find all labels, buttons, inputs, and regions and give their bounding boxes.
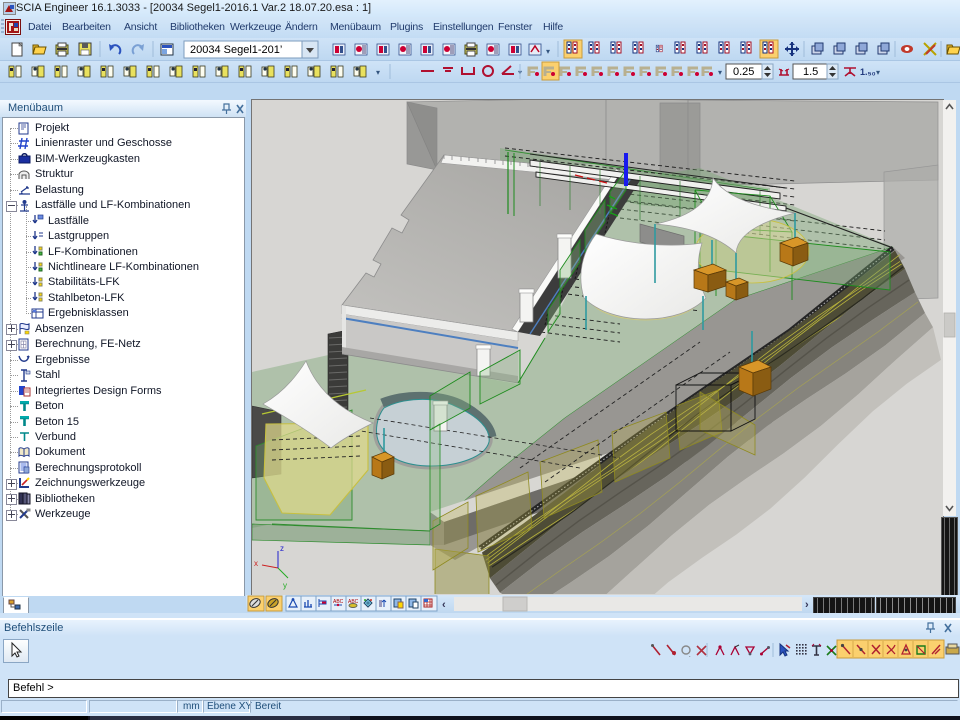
svg-text:1.5: 1.5 bbox=[803, 66, 818, 78]
svg-text:▾: ▾ bbox=[876, 68, 880, 77]
svg-text:x: x bbox=[254, 559, 258, 568]
svg-text:▾: ▾ bbox=[376, 68, 380, 77]
svg-text:▾: ▾ bbox=[718, 68, 722, 77]
svg-text:0.25: 0.25 bbox=[733, 66, 754, 78]
svg-text:20034 Segel1-201’: 20034 Segel1-201’ bbox=[190, 44, 282, 56]
svg-text:1.₅₀: 1.₅₀ bbox=[860, 67, 876, 77]
svg-text:‹: ‹ bbox=[442, 599, 446, 611]
svg-text:y: y bbox=[283, 581, 287, 590]
svg-text:▾: ▾ bbox=[546, 47, 550, 56]
svg-text:›: › bbox=[805, 599, 809, 611]
svg-text:.: . bbox=[689, 653, 691, 659]
svg-text:z: z bbox=[280, 544, 284, 553]
